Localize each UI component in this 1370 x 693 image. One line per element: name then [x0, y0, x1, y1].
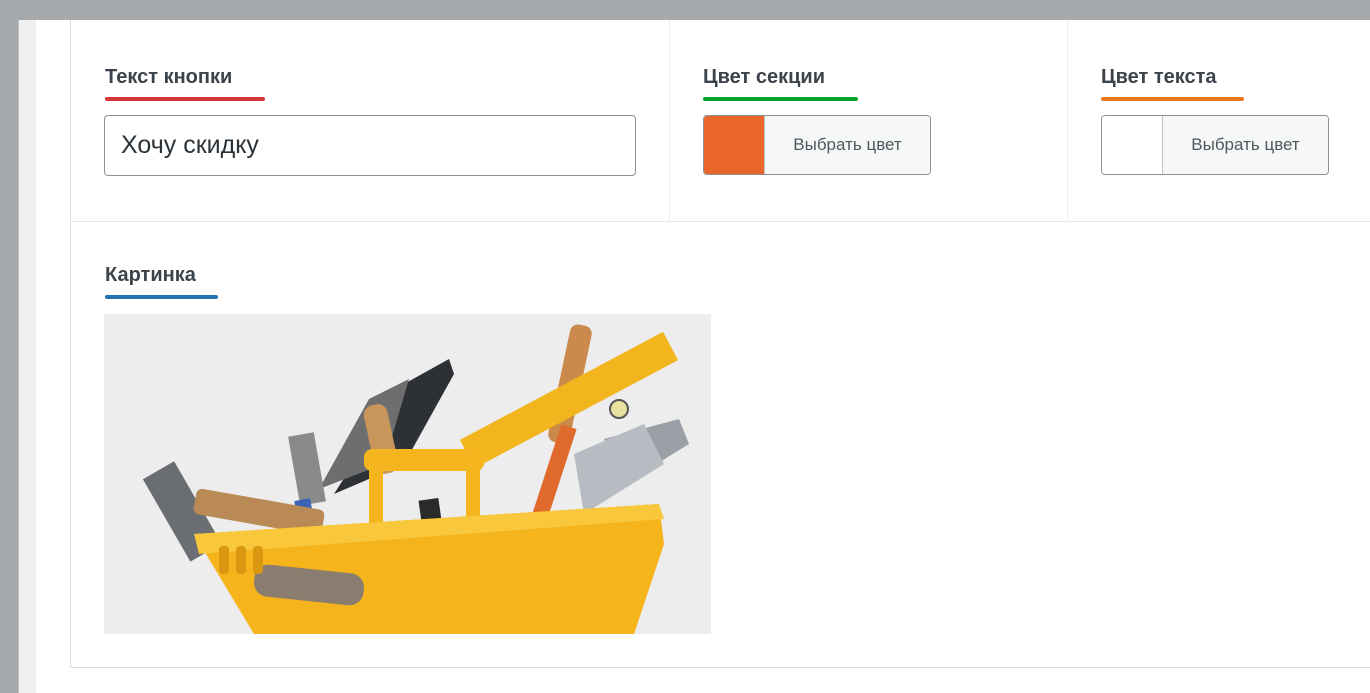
text-color-swatch[interactable] — [1102, 116, 1162, 174]
text-color-label: Цвет текста — [1101, 66, 1217, 88]
window-frame-left — [0, 0, 18, 693]
text-color-select-button[interactable]: Выбрать цвет — [1162, 116, 1328, 174]
settings-panel: Текст кнопки Хочу скидку Цвет секции Выб… — [70, 20, 1370, 668]
section-color-label: Цвет секции — [703, 66, 825, 88]
toolbox-illustration — [104, 314, 711, 634]
section-color-swatch[interactable] — [704, 116, 764, 174]
text-color-picker[interactable]: Выбрать цвет — [1101, 115, 1329, 175]
button-text-label: Текст кнопки — [105, 66, 233, 88]
settings-row: Текст кнопки Хочу скидку Цвет секции Выб… — [71, 20, 1370, 222]
sidebar-gutter — [18, 20, 36, 693]
section-color-select-button[interactable]: Выбрать цвет — [764, 116, 930, 174]
column-divider — [1067, 20, 1068, 222]
text-color-underline — [1101, 97, 1244, 101]
image-label: Картинка — [105, 264, 196, 286]
column-divider — [669, 20, 670, 222]
window-frame-top — [0, 0, 1370, 20]
image-underline — [105, 295, 218, 299]
section-color-underline — [703, 97, 858, 101]
button-text-underline — [105, 97, 265, 101]
toolbox-image[interactable] — [104, 314, 711, 634]
button-text-input[interactable]: Хочу скидку — [104, 115, 636, 176]
section-color-picker[interactable]: Выбрать цвет — [703, 115, 931, 175]
